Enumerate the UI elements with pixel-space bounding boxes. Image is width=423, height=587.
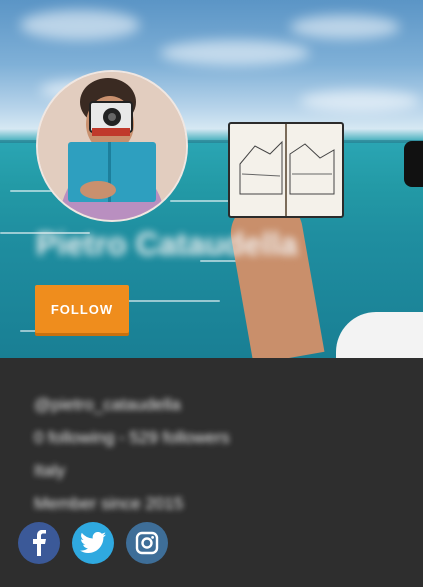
follow-stats: 0 following - 529 followers	[34, 428, 230, 447]
member-since: Member since 2015	[34, 494, 184, 513]
profile-name: Pietro Cataudella	[36, 226, 298, 262]
facebook-icon[interactable]	[18, 522, 60, 564]
profile-location: Italy	[34, 461, 66, 480]
cover-photo: Pietro Cataudella FOLLOW	[0, 0, 423, 358]
profile-card: Pietro Cataudella FOLLOW @pietro_cataude…	[0, 0, 423, 587]
sketchbook-photo	[228, 122, 344, 218]
avatar	[36, 70, 188, 222]
follow-button[interactable]: FOLLOW	[35, 285, 129, 333]
profile-handle[interactable]: @pietro_cataudella	[34, 388, 230, 421]
instagram-icon[interactable]	[126, 522, 168, 564]
social-links	[18, 522, 168, 564]
twitter-icon[interactable]	[72, 522, 114, 564]
